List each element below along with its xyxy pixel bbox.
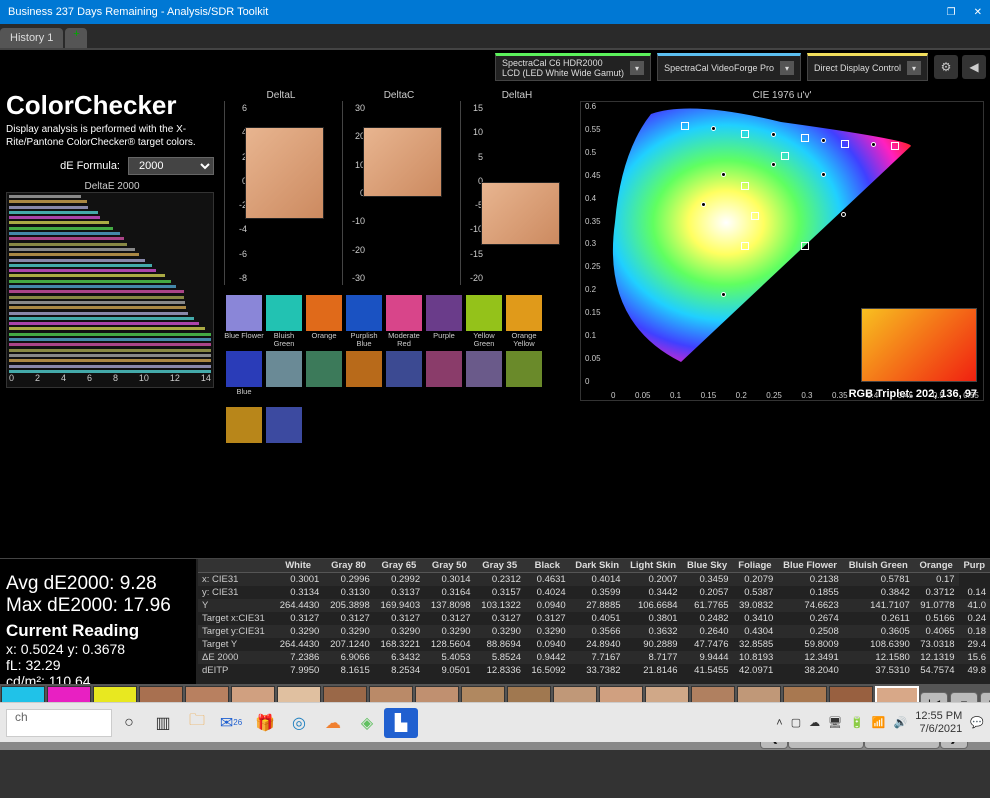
page-subtitle: Display analysis is performed with the X… (6, 123, 218, 149)
max-de-label: Max dE2000: 17.96 (6, 595, 190, 617)
data-table: WhiteGray 80Gray 65Gray 50Gray 35BlackDa… (198, 559, 990, 677)
window-title-bar: Business 237 Days Remaining - Analysis/S… (0, 0, 990, 24)
data-table-scroll[interactable]: WhiteGray 80Gray 65Gray 50Gray 35BlackDa… (198, 559, 990, 677)
tray-monitor-icon[interactable]: ▢ (791, 716, 801, 729)
swatch-12[interactable] (384, 350, 424, 406)
chevron-left-icon: ◀ (969, 60, 978, 74)
deltal-chart: DeltaL 6420-2-4-6-8 (224, 90, 338, 290)
tray-chevron-icon[interactable]: ˄ (776, 717, 782, 729)
color-swatch-grid: Blue FlowerBluish GreenOrangePurplish Bl… (224, 294, 574, 444)
notification-icon[interactable]: 💬 (970, 716, 984, 729)
swatch-3[interactable]: Purplish Blue (344, 294, 384, 350)
swatch-10[interactable] (304, 350, 344, 406)
gear-icon: ⚙ (941, 60, 952, 74)
windows-taskbar: ch ○ ▥ 🗀 ✉26 🎁 ◎ ☁ ◈ ▙ ˄ ▢ ☁ 🖥 🔋 📶 🔊 12:… (0, 702, 990, 742)
window-controls: ❐ ✕ (947, 7, 982, 18)
history-tabs: History 1 + (0, 24, 990, 50)
page-title: ColorChecker (6, 90, 218, 121)
swatch-7[interactable]: Orange Yellow (504, 294, 544, 350)
pattern-dropdown[interactable]: SpectraCal VideoForge Pro ▾ (657, 53, 801, 81)
swatch-14[interactable] (464, 350, 504, 406)
settings-button[interactable]: ⚙ (934, 55, 958, 79)
main-area: ColorChecker Display analysis is perform… (0, 84, 990, 558)
task-view-icon[interactable]: ▥ (146, 708, 180, 738)
chevron-down-icon: ▾ (780, 61, 794, 75)
system-tray: ˄ ▢ ☁ 🖥 🔋 📶 🔊 12:55 PM 7/6/2021 💬 (776, 710, 984, 734)
deltac-chart: DeltaC 3020100-10-20-30 (342, 90, 456, 290)
tab-history-1[interactable]: History 1 (0, 28, 63, 48)
swatch-0[interactable]: Blue Flower (224, 294, 264, 350)
fl-reading: fL: 32.29 (6, 657, 190, 673)
chevron-down-icon: ▾ (907, 61, 921, 75)
taskbar-search[interactable]: ch (6, 709, 112, 737)
cie-chart: 0.60.550.50.450.40.350.30.250.20.150.10.… (580, 101, 984, 401)
de-formula-select[interactable]: 2000 (128, 157, 214, 175)
swatch-13[interactable] (424, 350, 464, 406)
middle-panel: DeltaL 6420-2-4-6-8 DeltaC 3020100-10-20… (224, 90, 574, 558)
swatch-15[interactable] (504, 350, 544, 406)
close-icon[interactable]: ✕ (974, 7, 982, 18)
rgb-swatch (861, 308, 977, 382)
swatch-6[interactable]: Yellow Green (464, 294, 504, 350)
gift-icon[interactable]: 🎁 (248, 708, 282, 738)
cortana-icon[interactable]: ○ (112, 708, 146, 738)
deltae-chart-title: DeltaE 2000 (6, 181, 218, 192)
current-reading-heading: Current Reading (6, 621, 190, 641)
meter-dropdown[interactable]: SpectraCal C6 HDR2000 LCD (LED White Wid… (495, 53, 651, 81)
window-title: Business 237 Days Remaining - Analysis/S… (8, 6, 268, 18)
deltah-chart: DeltaH 151050-5-10-15-20 (460, 90, 574, 290)
file-explorer-icon[interactable]: 🗀 (180, 708, 214, 738)
taskbar-clock[interactable]: 12:55 PM 7/6/2021 (915, 710, 962, 734)
swatch-2[interactable]: Orange (304, 294, 344, 350)
swatch-1[interactable]: Bluish Green (264, 294, 304, 350)
cdm-reading: cd/m²: 110.64 (6, 673, 190, 684)
swatch-4[interactable]: Moderate Red (384, 294, 424, 350)
tray-onedrive-icon[interactable]: ☁ (809, 716, 820, 729)
swatch-16[interactable] (224, 406, 264, 444)
swatch-9[interactable] (264, 350, 304, 406)
tray-display-icon[interactable]: 🖥 (828, 716, 842, 729)
current-reading-panel: Avg dE2000: 9.28 Max dE2000: 17.96 Curre… (0, 559, 196, 684)
tray-wifi-icon[interactable]: 📶 (872, 716, 886, 729)
collapse-button[interactable]: ◀ (962, 55, 986, 79)
app-icon-1[interactable]: ◈ (350, 708, 384, 738)
tray-battery-icon[interactable]: 🔋 (850, 716, 864, 729)
edge-icon[interactable]: ◎ (282, 708, 316, 738)
deltae-chart: 02468101214 (6, 192, 214, 388)
toolbar-strip: SpectraCal C6 HDR2000 LCD (LED White Wid… (0, 50, 990, 84)
de-formula-label: dE Formula: (60, 160, 120, 172)
chevron-down-icon: ▾ (630, 61, 644, 75)
mail-icon[interactable]: ✉26 (214, 708, 248, 738)
tab-add-button[interactable]: + (65, 28, 87, 48)
swatch-11[interactable] (344, 350, 384, 406)
direct-display-dropdown[interactable]: Direct Display Control ▾ (807, 53, 928, 81)
tray-volume-icon[interactable]: 🔊 (894, 716, 908, 729)
swatch-5[interactable]: Purple (424, 294, 464, 350)
cie-chart-title: CIE 1976 u'v' (580, 90, 984, 101)
left-panel: ColorChecker Display analysis is perform… (6, 90, 218, 558)
data-table-section: Avg dE2000: 9.28 Max dE2000: 17.96 Curre… (0, 558, 990, 684)
avg-de-label: Avg dE2000: 9.28 (6, 573, 190, 595)
xy-reading: x: 0.5024 y: 0.3678 (6, 641, 190, 657)
swatch-17[interactable] (264, 406, 304, 444)
right-panel: CIE 1976 u'v' 0.60.550.50.450.40.350.30.… (580, 90, 984, 558)
cloud-icon[interactable]: ☁ (316, 708, 350, 738)
restore-icon[interactable]: ❐ (947, 7, 956, 18)
calman-icon[interactable]: ▙ (384, 708, 418, 738)
swatch-8[interactable]: Blue (224, 350, 264, 406)
